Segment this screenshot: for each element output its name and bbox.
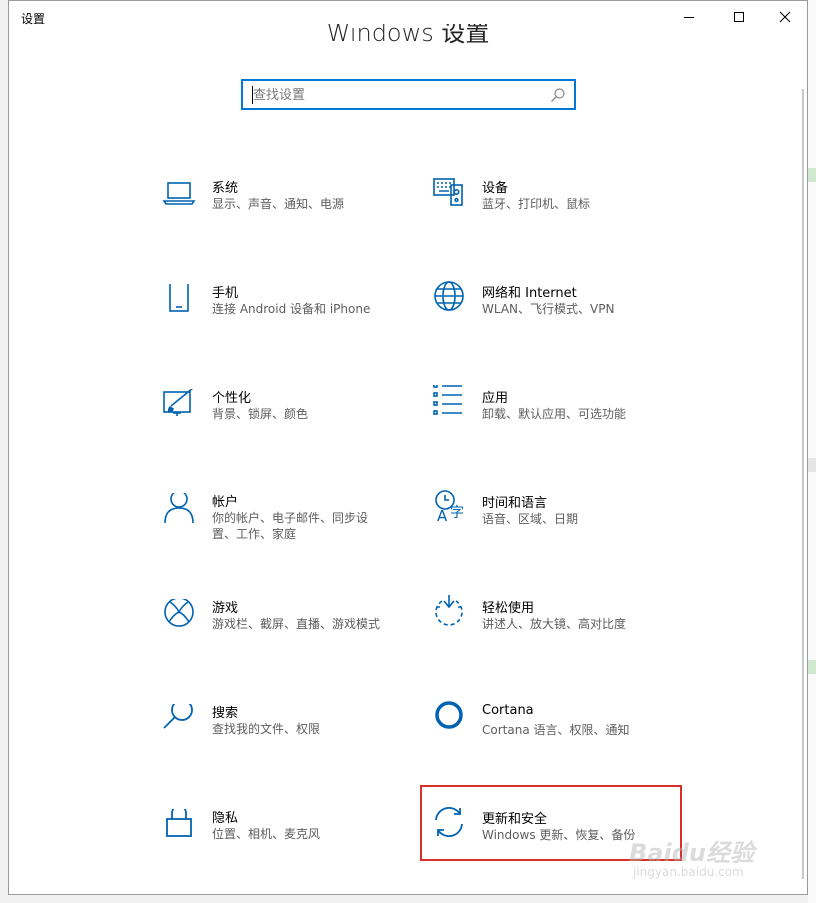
category-description: 卸载、默认应用、可选功能 <box>482 407 627 421</box>
category-network[interactable]: 网络和 Internet WLAN、飞行模式、VPN <box>431 280 691 360</box>
globe-icon <box>431 280 467 316</box>
category-description: 显示、声音、通知、电源 <box>212 197 345 211</box>
xbox-icon <box>161 599 197 635</box>
cortana-ring-icon <box>431 701 467 737</box>
category-gaming[interactable]: 游戏 游戏栏、截屏、直播、游戏模式 <box>161 599 421 679</box>
svg-text:A: A <box>437 507 448 525</box>
category-description: 游戏栏、截屏、直播、游戏模式 <box>212 617 381 631</box>
scrollbar[interactable] <box>802 89 804 879</box>
keyboard-icon <box>431 175 467 211</box>
time-language-icon: A 字 <box>431 490 467 526</box>
category-title: 游戏 <box>212 601 239 616</box>
minimize-icon <box>683 11 695 23</box>
text-caret <box>252 86 253 104</box>
maximize-icon <box>733 11 745 23</box>
person-icon <box>161 493 197 529</box>
category-accounts[interactable]: 帐户 你的帐户、电子邮件、同步设置、工作、家庭 <box>161 493 421 573</box>
paint-icon <box>161 389 197 425</box>
background-window-edge <box>808 0 816 903</box>
category-title: 隐私 <box>212 811 239 826</box>
watermark: Baidu经验 jingyan.baidu.com <box>623 833 783 889</box>
svg-text:字: 字 <box>450 505 464 521</box>
search-icon[interactable] <box>550 87 566 107</box>
laptop-icon <box>161 179 197 215</box>
category-title: 网络和 Internet <box>482 286 577 301</box>
category-devices[interactable]: 设备 蓝牙、打印机、鼠标 <box>431 175 691 255</box>
category-title: 手机 <box>212 286 239 301</box>
category-description: 语音、区域、日期 <box>482 512 579 526</box>
category-system[interactable]: 系统 显示、声音、通知、电源 <box>161 179 421 259</box>
category-personalization[interactable]: 个性化 背景、锁屏、颜色 <box>161 389 421 469</box>
apps-list-icon <box>431 385 467 421</box>
watermark-brand: Baidu经验 <box>629 839 754 867</box>
search-input[interactable] <box>253 85 533 105</box>
category-title: 轻松使用 <box>482 601 535 616</box>
category-ease-of-access[interactable]: 轻松使用 讲述人、放大镜、高对比度 <box>431 595 691 675</box>
search-box[interactable] <box>241 79 576 110</box>
category-description: 蓝牙、打印机、鼠标 <box>482 197 591 211</box>
category-description: 位置、相机、麦克风 <box>212 827 321 841</box>
category-search[interactable]: 搜索 查找我的文件、权限 <box>161 704 421 784</box>
category-title: 时间和语言 <box>482 496 548 511</box>
category-description: 讲述人、放大镜、高对比度 <box>482 617 627 631</box>
category-description: Cortana 语言、权限、通知 <box>482 723 630 737</box>
category-privacy[interactable]: 隐私 位置、相机、麦克风 <box>161 809 421 889</box>
category-title: 设备 <box>482 181 509 196</box>
category-apps[interactable]: 应用 卸载、默认应用、可选功能 <box>431 385 691 465</box>
category-description: 连接 Android 设备和 iPhone <box>212 302 371 316</box>
phone-icon <box>161 284 197 320</box>
watermark-url: jingyan.baidu.com <box>633 865 744 879</box>
close-icon <box>779 11 791 23</box>
category-title: 个性化 <box>212 391 252 406</box>
category-phone[interactable]: 手机 连接 Android 设备和 iPhone <box>161 284 421 364</box>
category-time-language[interactable]: A 字 时间和语言 语音、区域、日期 <box>431 490 691 570</box>
lock-icon <box>161 809 197 845</box>
ease-of-access-icon <box>431 595 467 631</box>
magnifier-icon <box>161 704 197 740</box>
category-title: 应用 <box>482 391 509 406</box>
category-title: 帐户 <box>212 495 239 510</box>
category-description: 查找我的文件、权限 <box>212 722 321 736</box>
category-title: Cortana <box>482 703 534 718</box>
category-cortana[interactable]: Cortana Cortana 语言、权限、通知 <box>431 701 691 781</box>
category-description: WLAN、飞行模式、VPN <box>482 302 615 316</box>
category-description: 背景、锁屏、颜色 <box>212 407 309 421</box>
category-title: 搜索 <box>212 706 239 721</box>
settings-window: 设置 Windows 设置 查找设置 系统 显示、声音、通知、电源 设备 蓝牙、… <box>8 0 808 895</box>
category-title: 系统 <box>212 181 239 196</box>
category-description: 你的帐户、电子邮件、同步设置、工作、家庭 <box>212 511 369 541</box>
